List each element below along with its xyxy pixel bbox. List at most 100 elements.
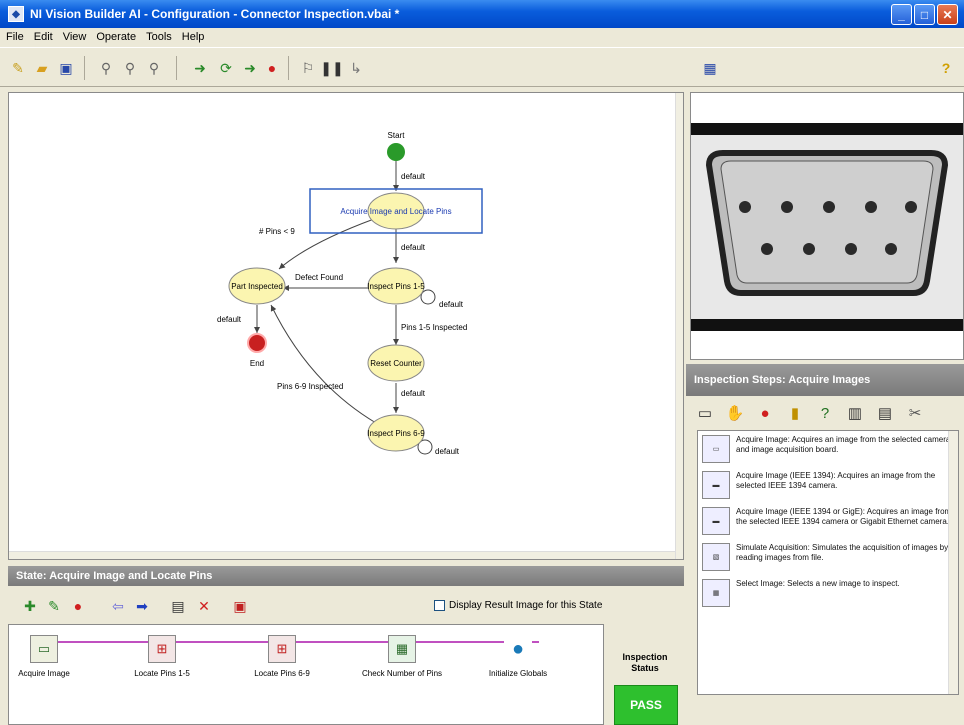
- communicate-tab-icon[interactable]: ✂: [904, 402, 926, 424]
- transition-label: default: [217, 315, 242, 324]
- steps-category-tabs: ▭ ✋ ● ▮ ? ▥ ▤ ✂: [686, 396, 964, 430]
- end-node[interactable]: [247, 333, 267, 353]
- delete-step-icon[interactable]: ✕: [194, 596, 214, 616]
- use-additional-tools-tab-icon[interactable]: ▤: [874, 402, 896, 424]
- state-diagram: Start End Acquire Image and Locate Pins …: [217, 131, 483, 456]
- menu-file[interactable]: File: [6, 31, 24, 43]
- add-step-icon[interactable]: ✚: [20, 596, 40, 616]
- flow-step-check-pins[interactable]: ▦ Check Number of Pins: [347, 635, 457, 678]
- step-description: Acquire Image (IEEE 1394): Acquires an i…: [736, 471, 936, 490]
- step-simulate-acquisition[interactable]: ▧ Simulate Acquisition: Simulates the ac…: [698, 539, 958, 575]
- measure-features-tab-icon[interactable]: ▮: [784, 402, 806, 424]
- state-steps-panel: ▭ Acquire Image ⊞ Locate Pins 1-5 ⊞ Loca…: [8, 624, 604, 725]
- pause-icon[interactable]: ❚❚: [320, 58, 343, 78]
- state-toolbar: ✚ ✎ ● ⇦ ➡ ▤ ✕ ▣ Display Result Image for…: [8, 588, 684, 622]
- close-button[interactable]: ✕: [937, 4, 958, 25]
- step-select-image[interactable]: ▦ Select Image: Selects a new image to i…: [698, 575, 958, 611]
- menu-bar: File Edit View Operate Tools Help: [0, 28, 964, 46]
- open-folder-icon[interactable]: ▰: [32, 58, 52, 78]
- zoom-in-icon[interactable]: ⚲: [96, 58, 116, 78]
- state-panel-title: State: Acquire Image and Locate Pins: [8, 566, 684, 586]
- stop-icon[interactable]: ●: [262, 58, 282, 78]
- step-acquire-image[interactable]: ▭ Acquire Image: Acquires an image from …: [698, 431, 958, 467]
- camera-1394-icon: ▬: [702, 471, 730, 499]
- menu-help[interactable]: Help: [182, 31, 205, 43]
- steps-list-scrollbar[interactable]: [948, 431, 958, 694]
- menu-edit[interactable]: Edit: [34, 31, 53, 43]
- image-display[interactable]: [690, 92, 964, 360]
- transition-label: default: [401, 389, 426, 398]
- canvas-vertical-scrollbar[interactable]: [675, 93, 683, 559]
- minimize-button[interactable]: _: [891, 4, 912, 25]
- state-inspect-6-9-label: Inspect Pins 6-9: [367, 429, 425, 438]
- flow-step-locate-pins-6-9[interactable]: ⊞ Locate Pins 6-9: [227, 635, 337, 678]
- save-icon[interactable]: ▣: [56, 58, 76, 78]
- step-icon[interactable]: ↳: [346, 58, 366, 78]
- inspection-status-label: Inspection Status: [622, 652, 668, 673]
- checkbox-box[interactable]: [434, 600, 445, 611]
- locate-features-tab-icon[interactable]: ●: [754, 402, 776, 424]
- calculator-icon: ▦: [388, 635, 416, 663]
- state-part-inspected-label: Part Inspected: [231, 282, 283, 291]
- step-description: Acquire Image: Acquires an image from th…: [736, 435, 951, 454]
- display-result-checkbox[interactable]: Display Result Image for this State: [434, 600, 602, 611]
- disable-step-icon[interactable]: ●: [68, 596, 88, 616]
- connector-image: [691, 123, 963, 331]
- check-presence-tab-icon[interactable]: ?: [814, 402, 836, 424]
- menu-view[interactable]: View: [63, 31, 87, 43]
- maximize-button[interactable]: □: [914, 4, 935, 25]
- state-acquire-label: Acquire Image and Locate Pins: [340, 207, 451, 216]
- checkbox-label: Display Result Image for this State: [449, 600, 603, 611]
- flow-step-initialize-globals[interactable]: ● Initialize Globals: [463, 635, 573, 678]
- acquire-images-tab-icon[interactable]: ▭: [694, 402, 716, 424]
- simulate-file-icon: ▧: [702, 543, 730, 571]
- flow-step-label: Check Number of Pins: [361, 669, 443, 678]
- run-stop-icon[interactable]: ➜: [240, 58, 260, 78]
- camera-gige-icon: ▬: [702, 507, 730, 535]
- step-description: Acquire Image (IEEE 1394 or GigE): Acqui…: [736, 507, 952, 526]
- transition-label: Pins 1-5 Inspected: [401, 323, 467, 332]
- menu-tools[interactable]: Tools: [146, 31, 172, 43]
- run-once-icon[interactable]: ➜: [190, 58, 210, 78]
- step-acquire-image-1394[interactable]: ▬ Acquire Image (IEEE 1394): Acquires an…: [698, 467, 958, 503]
- start-node[interactable]: [387, 143, 405, 161]
- camera-icon: ▭: [30, 635, 58, 663]
- flow-step-locate-pins-1-5[interactable]: ⊞ Locate Pins 1-5: [107, 635, 217, 678]
- probe-icon[interactable]: ⚐: [298, 58, 318, 78]
- main-toolbar: ✎ ▰ ▣ ⚲ ⚲ ⚲ ➜ ⟳ ➜ ● ⚐ ❚❚ ↳ ▦ ?: [0, 47, 964, 87]
- image-view-icon[interactable]: ▦: [700, 58, 720, 78]
- end-label: End: [250, 359, 264, 368]
- app-icon: ◆: [8, 6, 24, 22]
- transition-label: # Pins < 9: [259, 227, 295, 236]
- transition-label: default: [401, 243, 426, 252]
- state-diagram-canvas[interactable]: Start End Acquire Image and Locate Pins …: [8, 92, 684, 560]
- zoom-fit-icon[interactable]: ⚲: [144, 58, 164, 78]
- select-image-icon: ▦: [702, 579, 730, 607]
- state-properties-icon[interactable]: ▣: [230, 596, 250, 616]
- window-title: NI Vision Builder AI - Configuration - C…: [30, 7, 400, 21]
- move-right-icon[interactable]: ➡: [132, 596, 152, 616]
- menu-operate[interactable]: Operate: [96, 31, 136, 43]
- step-description: Select Image: Selects a new image to ins…: [736, 579, 900, 588]
- zoom-out-icon[interactable]: ⚲: [120, 58, 140, 78]
- step-description: Simulate Acquisition: Simulates the acqu…: [736, 543, 949, 562]
- step-acquire-image-gige[interactable]: ▬ Acquire Image (IEEE 1394 or GigE): Acq…: [698, 503, 958, 539]
- inspection-status-indicator: PASS: [614, 685, 678, 725]
- new-icon[interactable]: ✎: [8, 58, 28, 78]
- canvas-horizontal-scrollbar[interactable]: [9, 551, 675, 559]
- edit-step-icon[interactable]: ✎: [44, 596, 64, 616]
- help-icon[interactable]: ?: [936, 58, 956, 78]
- run-loop-icon[interactable]: ⟳: [216, 58, 236, 78]
- globe-icon: ●: [504, 635, 532, 663]
- title-bar: ◆ NI Vision Builder AI - Configuration -…: [0, 0, 964, 28]
- transition-label: default: [401, 172, 426, 181]
- enhance-images-tab-icon[interactable]: ✋: [724, 402, 746, 424]
- camera-icon: ▭: [702, 435, 730, 463]
- move-left-icon[interactable]: ⇦: [108, 596, 128, 616]
- state-inspect-1-5-label: Inspect Pins 1-5: [367, 282, 425, 291]
- flow-step-label: Initialize Globals: [488, 669, 548, 678]
- flow-step-acquire-image[interactable]: ▭ Acquire Image: [0, 635, 99, 678]
- copy-step-icon[interactable]: ▤: [168, 596, 188, 616]
- steps-panel-title: Inspection Steps: Acquire Images: [686, 364, 964, 396]
- identify-parts-tab-icon[interactable]: ▥: [844, 402, 866, 424]
